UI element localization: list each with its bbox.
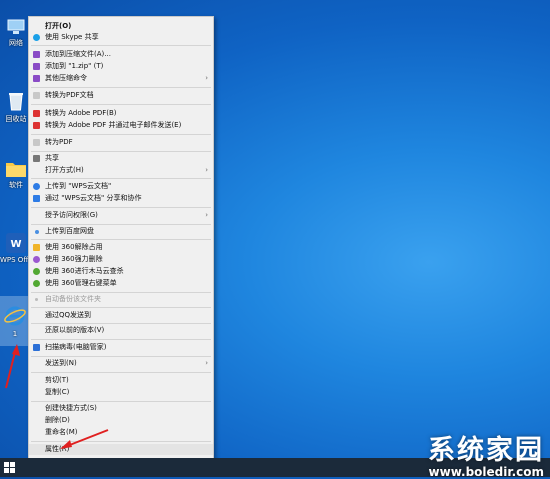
- watermark-title: 系统家园: [428, 435, 544, 466]
- arrow-to-file-icon: [5, 344, 20, 389]
- annotation-arrows: [5, 344, 109, 449]
- arrow-to-properties: [60, 429, 109, 449]
- watermark: 系统家园 www.boledir.com: [428, 428, 544, 479]
- windows-start-icon[interactable]: [4, 462, 15, 473]
